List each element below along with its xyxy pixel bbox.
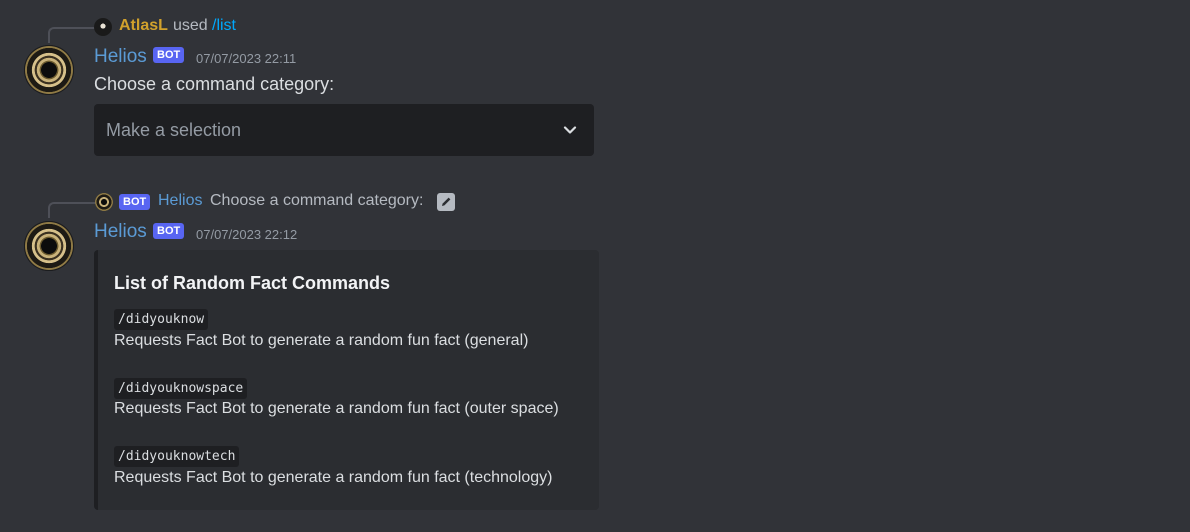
reply-connector <box>48 27 96 43</box>
reply-action-text: used <box>173 17 208 34</box>
reply-bot-badge: BOT <box>119 194 151 210</box>
message-author[interactable]: Helios <box>94 221 147 243</box>
command-code: /didyouknow <box>114 309 209 330</box>
message-timestamp[interactable]: 07/07/2023 22:11 <box>196 51 296 66</box>
command-description: Requests Fact Bot to generate a random f… <box>114 469 553 486</box>
reply-command-link[interactable]: /list <box>212 17 236 35</box>
reply-preview-text[interactable]: Choose a command category: <box>210 192 423 210</box>
reply-connector <box>48 202 96 218</box>
reply-username[interactable]: Helios <box>158 192 202 210</box>
message-content: Choose a command category: <box>94 74 335 94</box>
avatar[interactable] <box>24 221 74 271</box>
select-placeholder: Make a selection <box>106 120 242 140</box>
embed-title: List of Random Fact Commands <box>114 273 391 293</box>
chevron-down-icon <box>563 126 577 134</box>
avatar[interactable] <box>24 45 74 95</box>
bot-badge: BOT <box>153 223 185 239</box>
message-author[interactable]: Helios <box>94 46 147 68</box>
reply-avatar-helios[interactable] <box>95 193 113 211</box>
command-description: Requests Fact Bot to generate a random f… <box>114 332 529 349</box>
reply-avatar-atlasl[interactable] <box>94 18 112 36</box>
edit-icon <box>437 193 455 211</box>
command-code: /didyouknowspace <box>114 378 248 399</box>
reply-username[interactable]: AtlasL <box>119 17 168 35</box>
message-timestamp[interactable]: 07/07/2023 22:12 <box>196 227 297 242</box>
command-description: Requests Fact Bot to generate a random f… <box>114 400 559 417</box>
category-select-menu[interactable]: Make a selection <box>94 104 594 156</box>
bot-badge: BOT <box>153 47 185 63</box>
command-code: /didyouknowtech <box>114 446 240 467</box>
embed: List of Random Fact Commands /didyouknow… <box>94 250 599 510</box>
